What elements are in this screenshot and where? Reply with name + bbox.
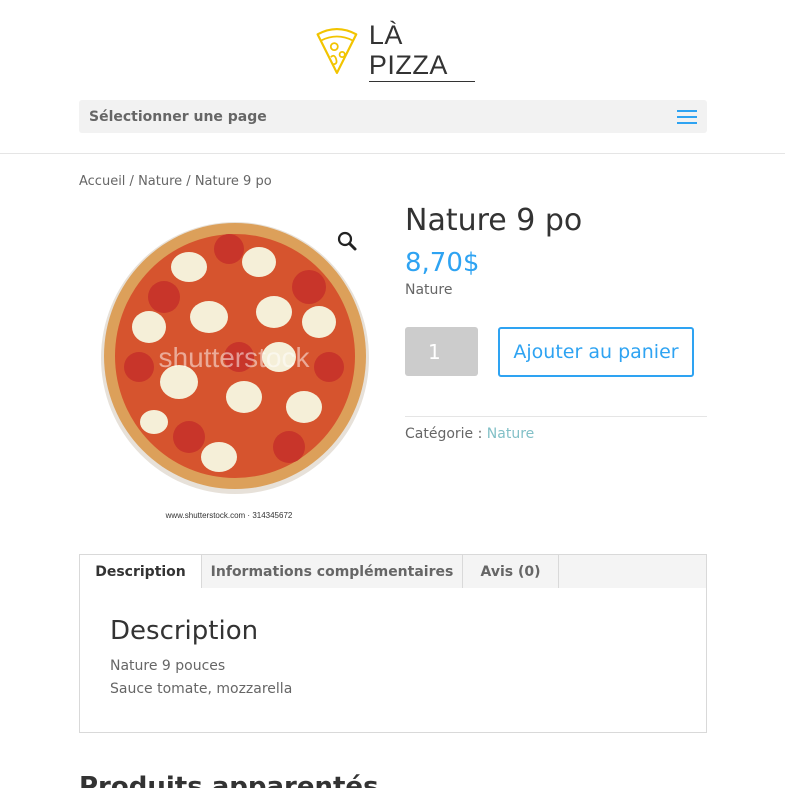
image-caption: www.shutterstock.com · 314345672 <box>165 511 293 520</box>
breadcrumb-current: Nature 9 po <box>194 174 272 189</box>
breadcrumb: Accueil / Nature / Nature 9 po <box>79 174 272 189</box>
tab-additional-information[interactable]: Informations complémentaires <box>202 555 463 589</box>
product-category: Catégorie : Nature <box>405 426 534 442</box>
watermark-text: shutterstock <box>159 342 311 373</box>
page-select-dropdown[interactable]: Sélectionner une page <box>79 100 707 133</box>
quantity-input[interactable]: 1 <box>405 327 478 376</box>
brand-name: LÀ PIZZA <box>368 20 475 82</box>
description-text: Sauce tomate, mozzarella <box>110 681 293 697</box>
product-image[interactable]: shutterstock www.shutterstock.com · 3143… <box>79 207 381 529</box>
description-text: Nature 9 pouces <box>110 658 226 674</box>
product-title: Nature 9 po <box>405 203 583 238</box>
breadcrumb-separator: / <box>182 174 195 189</box>
description-heading: Description <box>110 616 259 646</box>
category-label: Catégorie : <box>405 426 487 442</box>
page-select-label: Sélectionner une page <box>89 108 267 125</box>
site-logo[interactable]: LÀ PIZZA <box>315 20 475 82</box>
category-link[interactable]: Nature <box>487 426 534 442</box>
breadcrumb-separator: / <box>125 174 139 189</box>
site-header: LÀ PIZZA Sélectionner une page <box>0 0 785 154</box>
pizza-slice-icon <box>316 27 358 75</box>
product-tabs: Description Informations complémentaires… <box>79 554 707 589</box>
breadcrumb-category-link[interactable]: Nature <box>138 174 182 189</box>
description-panel: Description Nature 9 pouces Sauce tomate… <box>79 588 707 733</box>
magnifier-icon[interactable] <box>336 230 358 252</box>
product-price: 8,70$ <box>405 248 480 278</box>
divider <box>405 416 707 417</box>
tab-description[interactable]: Description <box>80 555 202 589</box>
add-to-cart-button[interactable]: Ajouter au panier <box>498 327 694 377</box>
related-products-heading: Produits apparentés <box>79 772 379 788</box>
product-short-description: Nature <box>405 282 453 298</box>
hamburger-menu-icon[interactable] <box>677 109 697 124</box>
breadcrumb-home-link[interactable]: Accueil <box>79 174 125 189</box>
tab-reviews[interactable]: Avis (0) <box>463 555 559 589</box>
